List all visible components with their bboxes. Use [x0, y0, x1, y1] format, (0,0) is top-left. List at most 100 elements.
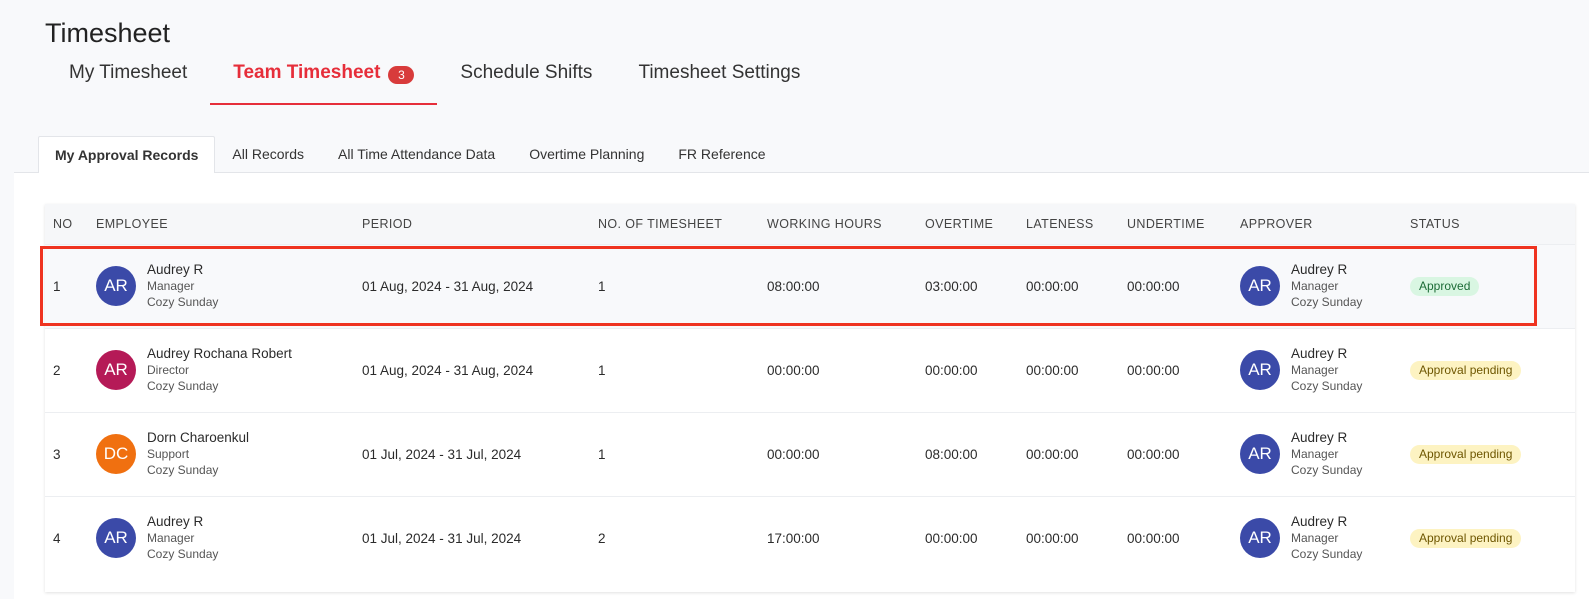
- employee-avatar: DC: [96, 434, 136, 474]
- status-badge: Approval pending: [1410, 360, 1522, 380]
- cell-timesheet-count: 2: [598, 530, 606, 546]
- cell-timesheet-count: 1: [598, 446, 606, 462]
- approver-role: Manager: [1291, 447, 1339, 461]
- col-header-employee: EMPLOYEE: [96, 216, 168, 231]
- approver-company: Cozy Sunday: [1291, 379, 1363, 393]
- employee-avatar: AR: [96, 350, 136, 390]
- page-title: Timesheet: [45, 18, 171, 48]
- cell-approver: AR Audrey R Manager Cozy Sunday: [1232, 328, 1402, 412]
- approver-role: Manager: [1291, 363, 1339, 377]
- tab-label: My Timesheet: [69, 62, 188, 83]
- col-header-approver: APPROVER: [1240, 216, 1313, 231]
- col-header-overtime: OVERTIME: [925, 216, 994, 231]
- tab-my-timesheet[interactable]: My Timesheet: [46, 50, 210, 105]
- employee-avatar: AR: [96, 266, 136, 306]
- cell-working-hours: 17:00:00: [767, 530, 820, 546]
- cell-undertime: 00:00:00: [1127, 362, 1180, 378]
- approval-records-table: NO EMPLOYEE PERIOD NO. OF TIMESHEET WORK…: [45, 204, 1575, 592]
- main-tabs: My Timesheet Team Timesheet 3 Schedule S…: [46, 50, 823, 105]
- tab-label: Schedule Shifts: [460, 62, 593, 83]
- tab-timesheet-settings[interactable]: Timesheet Settings: [615, 50, 823, 105]
- cell-status: Approval pending: [1402, 328, 1575, 412]
- cell-period: 01 Jul, 2024 - 31 Jul, 2024: [362, 446, 522, 462]
- approver-name: Audrey R: [1291, 514, 1348, 530]
- cell-no: 3: [53, 446, 61, 462]
- table-row[interactable]: 4 AR Audrey R Manager Cozy Sunday 01 Jul…: [45, 496, 1575, 580]
- cell-no: 2: [53, 362, 61, 378]
- col-header-undertime: UNDERTIME: [1127, 216, 1205, 231]
- subtab-all-time-attendance-data[interactable]: All Time Attendance Data: [321, 136, 512, 173]
- status-badge: Approval pending: [1410, 528, 1522, 548]
- cell-undertime: 00:00:00: [1127, 530, 1180, 546]
- content-panel: NO EMPLOYEE PERIOD NO. OF TIMESHEET WORK…: [14, 173, 1589, 599]
- cell-undertime: 00:00:00: [1127, 446, 1180, 462]
- employee-role: Manager: [147, 279, 195, 293]
- approver-name: Audrey R: [1291, 346, 1348, 361]
- approver-company: Cozy Sunday: [1291, 463, 1363, 477]
- cell-employee[interactable]: AR Audrey R Manager Cozy Sunday: [88, 496, 354, 580]
- cell-no: 4: [53, 530, 61, 546]
- cell-working-hours: 00:00:00: [767, 362, 820, 378]
- subtab-overtime-planning[interactable]: Overtime Planning: [512, 136, 661, 173]
- cell-lateness: 00:00:00: [1026, 446, 1079, 462]
- col-header-status: STATUS: [1410, 216, 1460, 231]
- cell-overtime: 08:00:00: [925, 446, 978, 462]
- subtab-my-approval-records[interactable]: My Approval Records: [38, 136, 216, 174]
- cell-status: Approval pending: [1402, 496, 1575, 580]
- cell-timesheet-count: 1: [598, 278, 606, 294]
- approver-name: Audrey R: [1291, 262, 1348, 277]
- approver-avatar: AR: [1240, 518, 1280, 559]
- approver-avatar: AR: [1240, 350, 1280, 390]
- employee-name: Audrey Rochana Robert: [147, 346, 292, 361]
- cell-period: 01 Aug, 2024 - 31 Aug, 2024: [362, 278, 534, 294]
- col-header-lateness: LATENESS: [1026, 216, 1094, 231]
- table-row[interactable]: 3 DC Dorn Charoenkul Support Cozy Sunday…: [45, 412, 1575, 496]
- employee-role: Manager: [147, 531, 195, 546]
- cell-period: 01 Aug, 2024 - 31 Aug, 2024: [362, 362, 534, 378]
- table-header-row: NO EMPLOYEE PERIOD NO. OF TIMESHEET WORK…: [45, 204, 1575, 244]
- col-header-timesheet-count: NO. OF TIMESHEET: [598, 216, 723, 231]
- cell-no: 1: [53, 278, 61, 294]
- employee-company: Cozy Sunday: [147, 379, 219, 393]
- employee-name: Dorn Charoenkul: [147, 430, 250, 445]
- tab-label: Team Timesheet: [233, 62, 381, 83]
- employee-name: Audrey R: [147, 514, 204, 530]
- cell-overtime: 03:00:00: [925, 278, 978, 294]
- cell-working-hours: 08:00:00: [767, 278, 820, 294]
- approver-company: Cozy Sunday: [1291, 547, 1363, 562]
- tab-label: Timesheet Settings: [638, 62, 801, 83]
- employee-company: Cozy Sunday: [147, 463, 219, 477]
- approver-role: Manager: [1291, 531, 1339, 546]
- cell-employee[interactable]: DC Dorn Charoenkul Support Cozy Sunday: [88, 412, 354, 496]
- table-row[interactable]: 2 AR Audrey Rochana Robert Director Cozy…: [45, 328, 1575, 412]
- subtab-fr-reference[interactable]: FR Reference: [661, 136, 782, 173]
- cell-undertime: 00:00:00: [1127, 278, 1180, 294]
- employee-company: Cozy Sunday: [147, 295, 219, 309]
- sub-tabs-bar: My Approval Records All Records All Time…: [14, 136, 1589, 174]
- employee-role: Support: [147, 447, 190, 461]
- cell-status: Approval pending: [1402, 412, 1575, 496]
- approver-role: Manager: [1291, 279, 1339, 293]
- cell-status: Approved: [1402, 244, 1575, 328]
- tab-schedule-shifts[interactable]: Schedule Shifts: [437, 50, 615, 105]
- table-row[interactable]: 1 AR Audrey R Manager Cozy Sunday 01 Aug…: [45, 244, 1575, 328]
- approver-avatar: AR: [1240, 434, 1280, 474]
- cell-employee[interactable]: AR Audrey R Manager Cozy Sunday: [88, 244, 354, 328]
- employee-name: Audrey R: [147, 262, 204, 277]
- cell-overtime: 00:00:00: [925, 530, 978, 546]
- status-badge: Approval pending: [1410, 444, 1522, 464]
- col-header-no: NO: [53, 216, 73, 231]
- approver-company: Cozy Sunday: [1291, 295, 1363, 309]
- subtab-all-records[interactable]: All Records: [215, 136, 321, 173]
- col-header-period: PERIOD: [362, 216, 413, 231]
- employee-company: Cozy Sunday: [147, 547, 219, 562]
- cell-lateness: 00:00:00: [1026, 278, 1079, 294]
- tab-team-timesheet[interactable]: Team Timesheet 3: [210, 50, 438, 105]
- cell-approver: AR Audrey R Manager Cozy Sunday: [1232, 244, 1402, 328]
- cell-timesheet-count: 1: [598, 362, 606, 378]
- cell-overtime: 00:00:00: [925, 362, 978, 378]
- employee-avatar: AR: [96, 518, 136, 559]
- cell-employee[interactable]: AR Audrey Rochana Robert Director Cozy S…: [88, 328, 354, 412]
- approver-avatar: AR: [1240, 266, 1280, 306]
- approver-name: Audrey R: [1291, 430, 1348, 445]
